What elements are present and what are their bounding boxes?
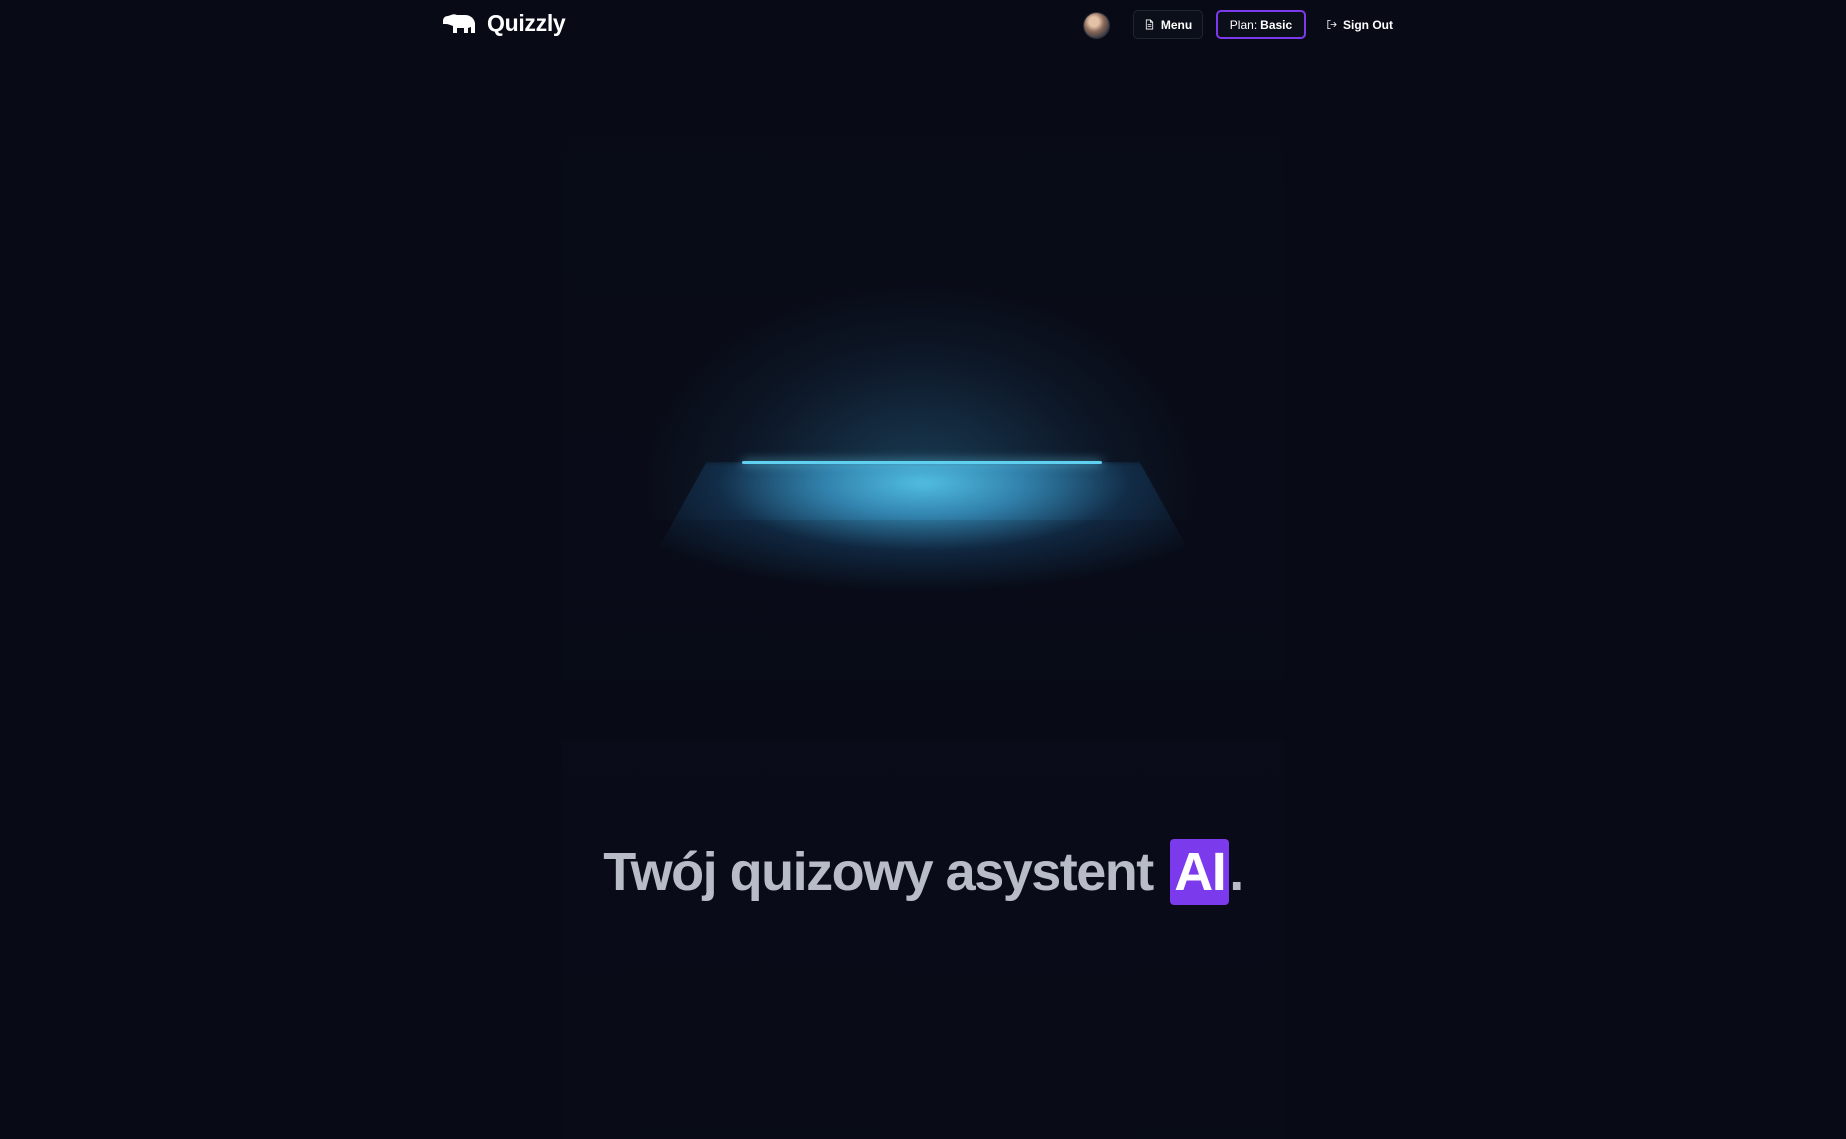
menu-button[interactable]: Menu [1133, 10, 1203, 39]
top-nav: Quizzly Menu Plan: Basic Sign Out [0, 0, 1846, 50]
plan-prefix: Plan: [1229, 17, 1258, 32]
user-avatar[interactable] [1084, 13, 1109, 38]
sign-out-button[interactable]: Sign Out [1326, 10, 1394, 39]
lamp-fade [562, 580, 1284, 740]
brand-logo-link[interactable]: Quizzly [441, 10, 566, 37]
menu-label: Menu [1160, 17, 1193, 32]
logout-icon [1327, 19, 1337, 30]
polar-bear-icon [443, 13, 475, 33]
plan-button[interactable]: Plan: Basic [1216, 10, 1306, 39]
hero-headline: Twój quizowy asystent AI. [0, 836, 1846, 908]
plan-value: Basic [1260, 17, 1293, 32]
sign-out-label: Sign Out [1343, 17, 1393, 32]
hero-title-highlight: AI [1170, 839, 1230, 905]
document-icon [1145, 19, 1153, 30]
brand-name: Quizzly [487, 10, 566, 36]
lamp-line [742, 461, 1102, 464]
hero-title-end: . [1229, 842, 1244, 902]
page: Quizzly Menu Plan: Basic Sign Out Twój q… [0, 0, 1846, 1139]
hero-title-main: Twój quizowy asystent [603, 842, 1154, 902]
